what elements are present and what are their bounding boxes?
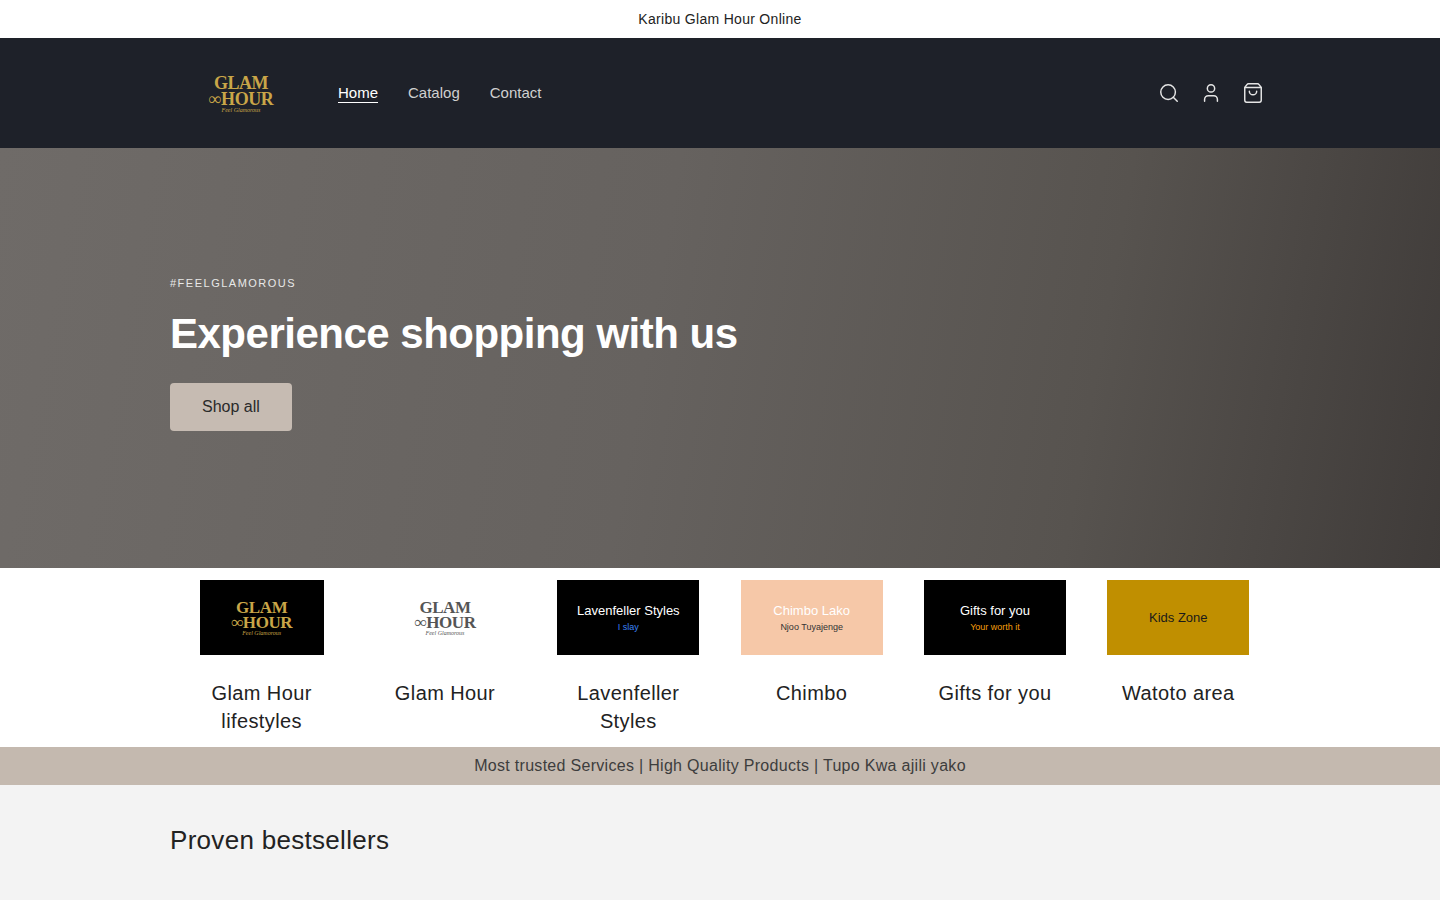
collection-label[interactable]: Watoto area [1122,679,1235,707]
nav-link[interactable]: Home [326,78,390,109]
collection-card[interactable]: GLAM∞HOURFeel Glamorous Glam Hour lifesty… [170,580,353,735]
shop-all-button[interactable]: Shop all [170,383,292,431]
collection-tile: GLAM∞HOURFeel Glamorous [200,580,324,655]
trust-strip: Most trusted Services | High Quality Pro… [0,747,1440,785]
nav-link[interactable]: Catalog [396,78,472,109]
collection-label[interactable]: Glam Hour lifestyles [187,679,337,735]
collection-label[interactable]: Lavenfeller Styles [553,679,703,735]
collection-card[interactable]: Lavenfeller StylesI slay Lavenfeller Styl… [537,580,720,735]
collection-card[interactable]: Gifts for youYour worth it Gifts for you [903,580,1086,735]
collection-label[interactable]: Chimbo [776,679,847,707]
header: GLAM∞HOURFeel Glamorous HomeCatalogContac… [0,38,1440,148]
hero-title: Experience shopping with us [170,302,1270,365]
header-logo[interactable]: GLAM∞HOURFeel Glamorous [176,74,306,113]
collection-card[interactable]: Kids Zone Watoto area [1087,580,1270,735]
hero: #FEELGLAMOROUS Experience shopping with u… [0,148,1440,568]
main-nav: HomeCatalogContact [326,78,553,109]
collection-tile: Chimbo LakoNjoo Tuyajenge [741,580,883,655]
announcement-bar: Karibu Glam Hour Online [0,0,1440,38]
collection-tile: Lavenfeller StylesI slay [557,580,699,655]
collections: GLAM∞HOURFeel Glamorous Glam Hour lifesty… [0,568,1440,747]
page: Karibu Glam Hour OnlineGLAM∞HOURFeel Gla… [0,0,1440,900]
collection-label[interactable]: Glam Hour [395,679,495,707]
logo: GLAM∞HOURFeel Glamorous [209,74,274,113]
cart-icon[interactable] [1242,82,1264,104]
search-icon[interactable] [1158,82,1180,104]
logo: GLAM∞HOURFeel Glamorous [414,599,475,636]
account-icon[interactable] [1200,82,1222,104]
bestsellers: Proven bestsellers [0,785,1440,860]
collection-card[interactable]: GLAM∞HOURFeel Glamorous Glam Hour [353,580,536,735]
collection-tile: Kids Zone [1107,580,1249,655]
hero-eyebrow: #FEELGLAMOROUS [170,275,1270,292]
section-title: Proven bestsellers [170,821,1270,860]
collection-card[interactable]: Chimbo LakoNjoo Tuyajenge Chimbo [720,580,903,735]
collection-tile: GLAM∞HOURFeel Glamorous [383,580,507,655]
nav-link[interactable]: Contact [478,78,554,109]
collection-tile: Gifts for youYour worth it [924,580,1066,655]
collection-label[interactable]: Gifts for you [938,679,1051,707]
logo: GLAM∞HOURFeel Glamorous [231,599,292,636]
